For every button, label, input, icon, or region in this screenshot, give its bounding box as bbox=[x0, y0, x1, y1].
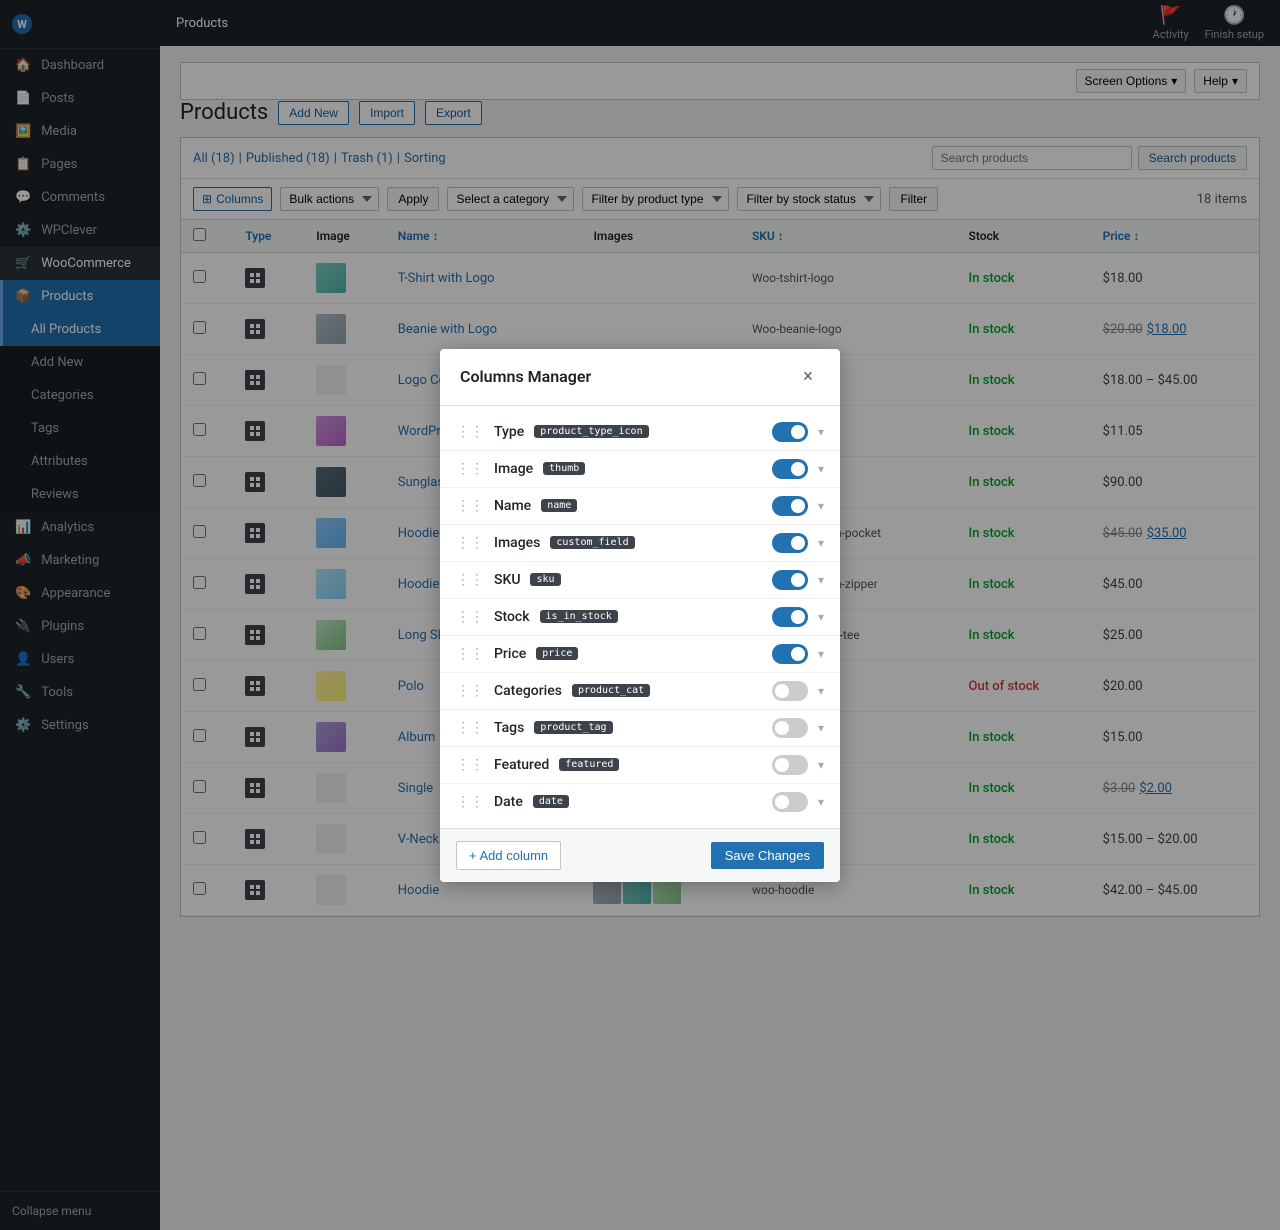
drag-handle-icon[interactable]: ⋮⋮ bbox=[456, 424, 484, 440]
column-options-icon[interactable]: ▾ bbox=[818, 573, 824, 587]
column-options-icon[interactable]: ▾ bbox=[818, 499, 824, 513]
modal-overlay[interactable]: Columns Manager × ⋮⋮ Type product_type_i… bbox=[0, 0, 1280, 1230]
column-name: Stock bbox=[494, 609, 530, 625]
column-name: Tags bbox=[494, 720, 524, 736]
column-toggle[interactable] bbox=[772, 792, 808, 812]
column-options-icon[interactable]: ▾ bbox=[818, 795, 824, 809]
column-toggle[interactable] bbox=[772, 422, 808, 442]
column-badge: custom_field bbox=[550, 536, 634, 549]
modal-header: Columns Manager × bbox=[440, 349, 840, 406]
column-badge: thumb bbox=[543, 462, 585, 475]
column-options-icon[interactable]: ▾ bbox=[818, 536, 824, 550]
drag-handle-icon[interactable]: ⋮⋮ bbox=[456, 794, 484, 810]
column-options-icon[interactable]: ▾ bbox=[818, 462, 824, 476]
column-name: Featured bbox=[494, 757, 549, 773]
column-toggle[interactable] bbox=[772, 644, 808, 664]
column-toggle[interactable] bbox=[772, 533, 808, 553]
column-options-icon[interactable]: ▾ bbox=[818, 721, 824, 735]
column-row: ⋮⋮ Date date ▾ bbox=[440, 784, 840, 820]
column-name: Images bbox=[494, 535, 540, 551]
drag-handle-icon[interactable]: ⋮⋮ bbox=[456, 720, 484, 736]
drag-handle-icon[interactable]: ⋮⋮ bbox=[456, 572, 484, 588]
column-name: Date bbox=[494, 794, 523, 810]
drag-handle-icon[interactable]: ⋮⋮ bbox=[456, 498, 484, 514]
column-toggle[interactable] bbox=[772, 607, 808, 627]
column-toggle[interactable] bbox=[772, 570, 808, 590]
column-options-icon[interactable]: ▾ bbox=[818, 758, 824, 772]
save-changes-button[interactable]: Save Changes bbox=[711, 842, 824, 869]
column-badge: product_tag bbox=[534, 721, 612, 734]
modal-footer: + Add column Save Changes bbox=[440, 828, 840, 882]
drag-handle-icon[interactable]: ⋮⋮ bbox=[456, 757, 484, 773]
column-row: ⋮⋮ Featured featured ▾ bbox=[440, 747, 840, 784]
column-options-icon[interactable]: ▾ bbox=[818, 647, 824, 661]
column-badge: sku bbox=[530, 573, 560, 586]
column-row: ⋮⋮ Stock is_in_stock ▾ bbox=[440, 599, 840, 636]
drag-handle-icon[interactable]: ⋮⋮ bbox=[456, 535, 484, 551]
drag-handle-icon[interactable]: ⋮⋮ bbox=[456, 609, 484, 625]
column-name: SKU bbox=[494, 572, 520, 588]
column-name: Name bbox=[494, 498, 531, 514]
column-options-icon[interactable]: ▾ bbox=[818, 610, 824, 624]
column-toggle[interactable] bbox=[772, 496, 808, 516]
modal-close-button[interactable]: × bbox=[796, 365, 820, 389]
column-row: ⋮⋮ Name name ▾ bbox=[440, 488, 840, 525]
column-options-icon[interactable]: ▾ bbox=[818, 684, 824, 698]
column-toggle[interactable] bbox=[772, 718, 808, 738]
column-name: Categories bbox=[494, 683, 562, 699]
column-row: ⋮⋮ Categories product_cat ▾ bbox=[440, 673, 840, 710]
column-badge: product_cat bbox=[572, 684, 650, 697]
modal-body: ⋮⋮ Type product_type_icon ▾ ⋮⋮ Image thu… bbox=[440, 406, 840, 828]
columns-manager-modal: Columns Manager × ⋮⋮ Type product_type_i… bbox=[440, 349, 840, 882]
drag-handle-icon[interactable]: ⋮⋮ bbox=[456, 646, 484, 662]
column-row: ⋮⋮ Image thumb ▾ bbox=[440, 451, 840, 488]
drag-handle-icon[interactable]: ⋮⋮ bbox=[456, 683, 484, 699]
drag-handle-icon[interactable]: ⋮⋮ bbox=[456, 461, 484, 477]
modal-title: Columns Manager bbox=[460, 367, 591, 386]
add-column-button[interactable]: + Add column bbox=[456, 841, 561, 870]
column-row: ⋮⋮ SKU sku ▾ bbox=[440, 562, 840, 599]
column-row: ⋮⋮ Type product_type_icon ▾ bbox=[440, 414, 840, 451]
column-row: ⋮⋮ Price price ▾ bbox=[440, 636, 840, 673]
column-row: ⋮⋮ Images custom_field ▾ bbox=[440, 525, 840, 562]
column-row: ⋮⋮ Tags product_tag ▾ bbox=[440, 710, 840, 747]
column-badge: date bbox=[533, 795, 569, 808]
column-badge: name bbox=[541, 499, 577, 512]
column-options-icon[interactable]: ▾ bbox=[818, 425, 824, 439]
column-badge: price bbox=[536, 647, 578, 660]
column-name: Price bbox=[494, 646, 526, 662]
column-name: Image bbox=[494, 461, 533, 477]
column-badge: product_type_icon bbox=[534, 425, 648, 438]
column-badge: featured bbox=[559, 758, 619, 771]
column-toggle[interactable] bbox=[772, 755, 808, 775]
column-toggle[interactable] bbox=[772, 459, 808, 479]
column-toggle[interactable] bbox=[772, 681, 808, 701]
column-badge: is_in_stock bbox=[540, 610, 618, 623]
column-name: Type bbox=[494, 424, 524, 440]
